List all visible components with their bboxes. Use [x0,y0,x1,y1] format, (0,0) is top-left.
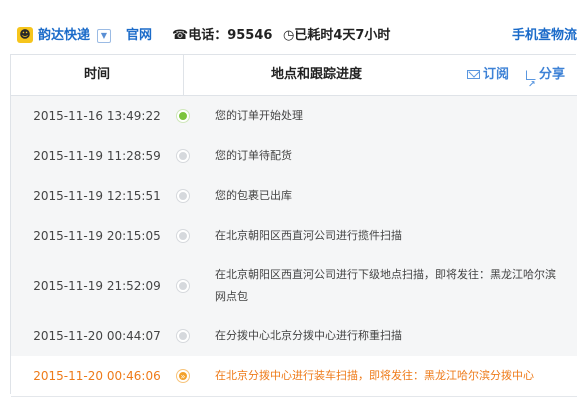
timeline-dot-icon [177,110,189,122]
subscribe-label: 订阅 [483,67,510,82]
mail-icon [467,70,480,79]
row-description: 在分拨中心北京分拨中心进行称重扫描 [215,329,402,342]
phone-number: 电话：95546 [188,28,273,43]
elapsed-text: 已耗时4天7小时 [294,28,391,43]
phone-info: ☎电话：95546 [172,28,272,44]
yunda-logo-icon: ☻ [17,27,33,43]
table-header: 时间 地点和跟踪进度 订阅 分享 [11,55,577,105]
share-icon [526,65,536,105]
table-row: 2015-11-19 11:28:59 您的订单待配货 [11,136,577,177]
row-description: 您的包裹已出库 [215,189,292,202]
time-column-header: 时间 [11,55,184,95]
row-time: 2015-11-16 13:49:22 [33,109,161,123]
row-description: 您的订单开始处理 [215,109,303,122]
table-row: 2015-11-19 21:52:09 在北京朝阳区西直河公司进行下级地点扫描，… [11,256,577,317]
official-site-link[interactable]: 官网 [126,28,152,44]
row-time: 2015-11-19 12:15:51 [33,189,161,203]
timeline-dot-icon [177,230,189,242]
timeline-dot-icon [177,330,189,342]
row-time: 2015-11-19 20:15:05 [33,229,161,243]
row-description: 在北京分拨中心进行装车扫描，即将发往：黑龙江哈尔滨分拨中心 [215,369,534,382]
table-row: 2015-11-20 00:44:07 在分拨中心北京分拨中心进行称重扫描 [11,316,577,357]
row-time: 2015-11-19 11:28:59 [33,149,161,163]
share-button[interactable]: 分享 [526,55,566,105]
elapsed-info: ◷已耗时4天7小时 [283,28,390,44]
mobile-tracking-link[interactable]: 手机查物流 [512,28,577,44]
phone-icon: ☎ [172,28,189,43]
top-bar: ☻ 韵达快递 ▼ 官网 ☎电话：95546 ◷已耗时4天7小时 手机查物流 [0,0,587,52]
timeline-dot-icon [177,190,189,202]
timeline-dot-icon [177,150,189,162]
row-time: 2015-11-19 21:52:09 [33,279,161,293]
subscribe-button[interactable]: 订阅 [467,55,509,95]
table-row: 2015-11-20 00:46:06 在北京分拨中心进行装车扫描，即将发往：黑… [11,356,577,397]
share-label: 分享 [539,67,566,82]
company-link[interactable]: 韵达快递 [38,28,90,44]
table-row: 2015-11-19 20:15:05 在北京朝阳区西直河公司进行揽件扫描 [11,216,577,257]
row-time: 2015-11-20 00:46:06 [33,369,161,383]
row-time: 2015-11-20 00:44:07 [33,329,161,343]
row-description: 在北京朝阳区西直河公司进行下级地点扫描，即将发往：黑龙江哈尔滨网点包 [215,268,556,303]
timeline-current-dot-icon: » [177,370,189,382]
clock-icon: ◷ [283,28,295,43]
row-description: 您的订单待配货 [215,149,292,162]
row-description: 在北京朝阳区西直河公司进行揽件扫描 [215,229,402,242]
table-row: 2015-11-19 12:15:51 您的包裹已出库 [11,176,577,217]
tracking-panel: 时间 地点和跟踪进度 订阅 分享 2015-11-16 13:49:22 您的订… [10,54,577,397]
company-dropdown-icon[interactable]: ▼ [97,29,111,43]
timeline-dot-icon [177,280,189,292]
progress-column-header: 地点和跟踪进度 [271,67,363,82]
table-row: 2015-11-16 13:49:22 您的订单开始处理 [11,96,577,137]
